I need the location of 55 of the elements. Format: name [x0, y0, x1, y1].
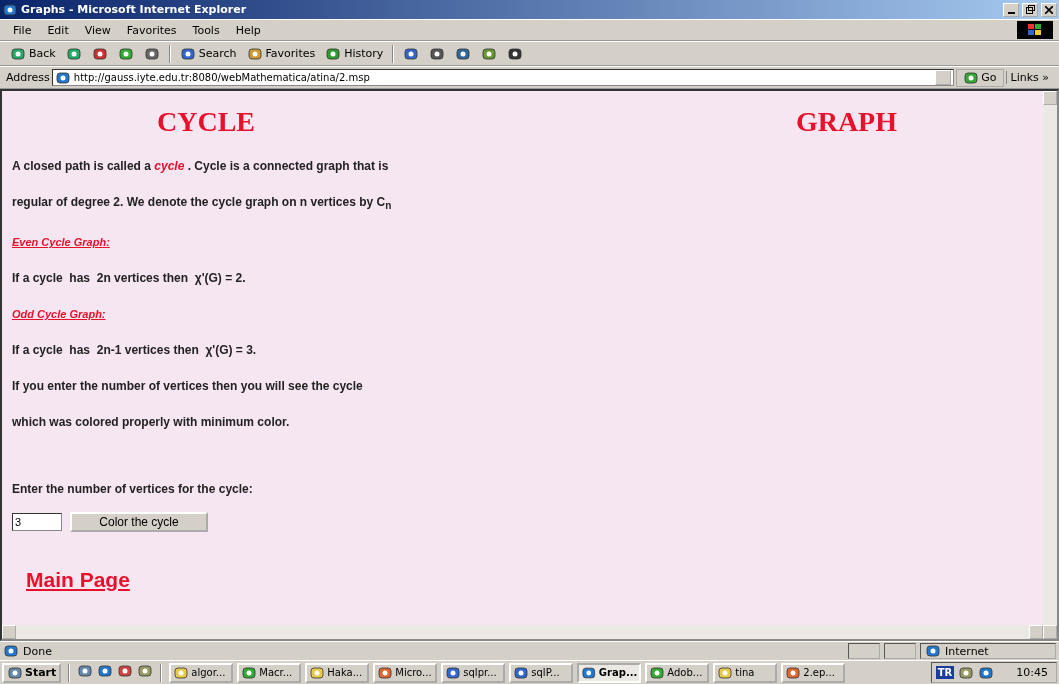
close-icon: [1045, 5, 1053, 14]
main-page-link[interactable]: Main Page: [26, 568, 130, 593]
status-pane: [884, 643, 916, 659]
menu-item[interactable]: Edit: [40, 23, 76, 37]
menu-item[interactable]: Tools: [185, 23, 227, 37]
menu-item[interactable]: Help: [228, 23, 268, 37]
restore-icon: [1025, 5, 1035, 14]
minimize-button[interactable]: [1003, 2, 1019, 17]
status-text: Done: [23, 644, 53, 658]
form-label: Enter the number of vertices for the cycle:: [12, 482, 254, 497]
language-indicator[interactable]: TR: [935, 666, 955, 679]
clock: 10:45: [1016, 666, 1048, 679]
address-field[interactable]: http://gauss.iyte.edu.tr:8080/webMathematica/atina/2.msp: [51, 69, 955, 86]
zone-text: Internet: [945, 644, 989, 658]
taskbar-button[interactable]: Macr...: [237, 662, 302, 683]
status-pane: [848, 643, 880, 659]
vertical-scrollbar[interactable]: [1043, 91, 1057, 639]
taskbar-button[interactable]: sqlpr...: [441, 662, 506, 683]
paragraph-line: If a cycle has 2n-1 vertices then χ'(G) = 3.: [12, 343, 257, 358]
favorites-button[interactable]: Favorites: [242, 44, 320, 63]
search-button[interactable]: Search: [175, 44, 241, 63]
start-button[interactable]: Start: [2, 662, 62, 683]
vertices-field[interactable]: 3: [12, 513, 62, 532]
menu-item[interactable]: File: [6, 23, 39, 37]
taskbar-button[interactable]: sqlP...: [509, 662, 574, 683]
paragraph-line: If a cycle has 2n vertices then χ'(G) = 2.: [12, 271, 246, 286]
taskbar-button[interactable]: 2.ep...: [781, 662, 846, 683]
restore-button[interactable]: [1022, 2, 1038, 17]
menu-item[interactable]: View: [77, 23, 118, 37]
back-button[interactable]: Back: [6, 44, 60, 63]
go-button[interactable]: Go: [956, 68, 1004, 87]
section-link[interactable]: Even Cycle Graph:: [12, 236, 110, 249]
address-label: Address: [6, 71, 50, 84]
taskbar-button[interactable]: tina: [713, 662, 778, 683]
horizontal-scrollbar[interactable]: [2, 625, 1043, 639]
history-button[interactable]: History: [321, 44, 388, 63]
paragraph-line: regular of degree 2. We denote the cycle graph on n vertices by C$_{n}$: [12, 195, 392, 209]
page-heading: GRAPH: [795, 106, 897, 138]
close-button[interactable]: [1041, 2, 1057, 17]
menu-item[interactable]: Favorites: [119, 23, 184, 37]
links-button[interactable]: Links »: [1005, 71, 1053, 84]
page-heading: CYCLE: [157, 106, 255, 138]
section-link[interactable]: Odd Cycle Graph:: [12, 308, 106, 321]
paragraph-line: which was colored properly with minimum color.: [12, 415, 290, 430]
color-cycle-button[interactable]: Color the cycle: [70, 512, 208, 533]
paragraph-line: If you enter the number of vertices then you will see the cycle: [12, 379, 363, 394]
windows-logo: [1017, 21, 1053, 39]
taskbar-button[interactable]: Micro...: [373, 662, 438, 683]
window-title: Graphs - Microsoft Internet Explorer: [21, 3, 248, 16]
taskbar-button[interactable]: algor...: [169, 662, 234, 683]
taskbar-button[interactable]: Adob...: [645, 662, 710, 683]
taskbar-button[interactable]: Haka...: [305, 662, 370, 683]
minimize-icon: [1007, 11, 1015, 14]
paragraph-line: A closed path is called a cycle . Cycle is a connected graph that is: [12, 159, 389, 173]
taskbar-button[interactable]: Grap...: [577, 662, 642, 683]
